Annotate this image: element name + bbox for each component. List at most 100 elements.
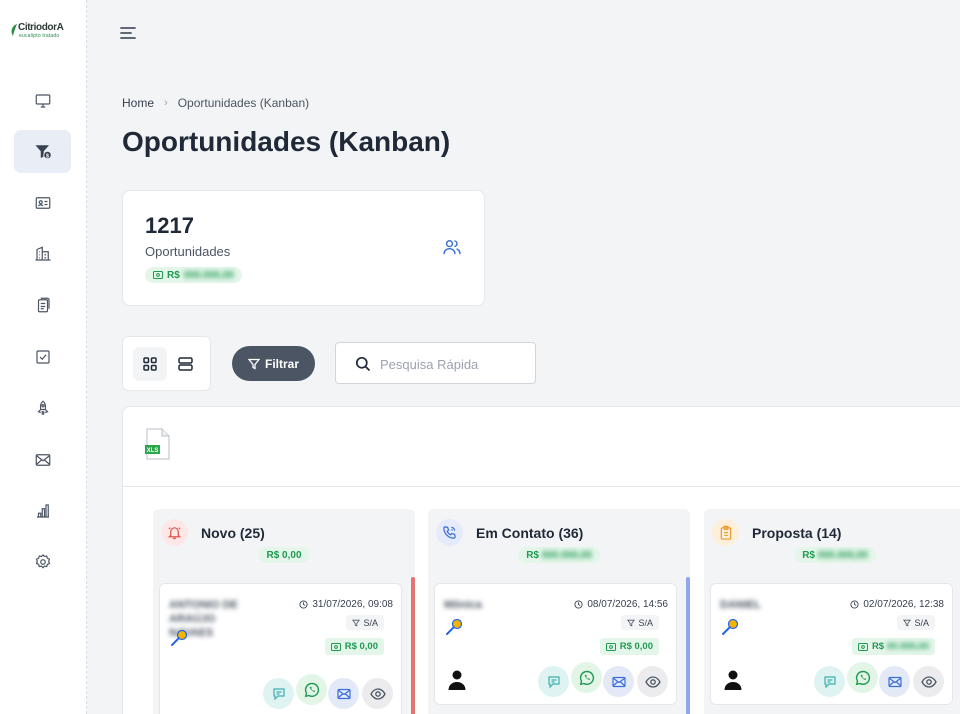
opportunity-card[interactable]: DANIEL 02/07/2026, 12:38 S/A R$ 00.000,0…: [710, 583, 953, 705]
card-date: 02/07/2026, 12:38: [850, 599, 944, 610]
phone-icon: [436, 519, 463, 546]
card-source-value: S/A: [363, 617, 378, 628]
breadcrumb-current: Oportunidades (Kanban): [177, 96, 310, 110]
sidebar-item-companies[interactable]: [14, 232, 71, 275]
card-source-badge: S/A: [346, 615, 384, 630]
column-total-value: R$ 0,00: [266, 549, 302, 561]
sidebar-item-settings[interactable]: [14, 540, 71, 583]
money-icon: [330, 642, 341, 651]
whatsapp-icon: [579, 670, 594, 685]
column-title: Em Contato (36): [476, 524, 584, 541]
bell-icon: [161, 519, 188, 546]
sidebar-item-contacts[interactable]: [14, 181, 71, 224]
search-input[interactable]: [380, 354, 525, 374]
page-title: Oportunidades (Kanban): [122, 126, 451, 157]
whatsapp-button[interactable]: [847, 662, 878, 693]
kanban-column-novo: Novo (25) R$ 0,00 ANTONIO DE ARAÚJO NAVA…: [153, 509, 415, 714]
sidebar-item-documents[interactable]: [14, 283, 71, 326]
monitor-icon: [35, 93, 50, 108]
excel-export-icon[interactable]: XLS: [145, 428, 171, 460]
card-date-value: 31/07/2026, 09:08: [312, 599, 393, 610]
clock-icon: [574, 600, 583, 609]
column-title: Novo (25): [201, 524, 265, 541]
clock-icon: [850, 600, 859, 609]
card-date: 31/07/2026, 09:08: [299, 599, 393, 610]
sidebar-item-campaigns[interactable]: [14, 386, 71, 429]
chat-button[interactable]: [814, 666, 845, 697]
sidebar-item-email[interactable]: [14, 438, 71, 481]
card-value: R$ 0,00: [344, 641, 378, 652]
funnel-icon: [352, 619, 361, 626]
card-value: R$ 0,00: [619, 641, 653, 652]
eye-icon: [369, 687, 386, 700]
whatsapp-button[interactable]: [296, 674, 327, 705]
envelope-icon: [887, 676, 902, 687]
menu-toggle-button[interactable]: [118, 24, 138, 42]
card-date: 08/07/2026, 14:56: [574, 599, 668, 610]
svg-text:$: $: [46, 153, 49, 159]
opportunity-card[interactable]: ANTONIO DE ARAÚJO NAVAES 31/07/2026, 09:…: [159, 583, 402, 714]
view-button[interactable]: [913, 666, 944, 697]
list-view-button[interactable]: [168, 347, 202, 381]
card-value-badge: R$ 0,00: [599, 638, 659, 655]
view-button[interactable]: [362, 678, 393, 709]
brand-name: CitriodorA: [18, 22, 64, 33]
sidebar-item-opportunities[interactable]: $: [14, 130, 71, 173]
search-icon: [355, 356, 371, 372]
filter-button-label: Filtrar: [264, 356, 299, 371]
breadcrumb-home[interactable]: Home: [122, 96, 154, 110]
column-scrollbar[interactable]: [411, 577, 415, 714]
sidebar-item-reports[interactable]: [14, 489, 71, 532]
kanban-board: XLS Novo (25) R$ 0,00 ANTONIO DE ARAÚJO …: [122, 406, 960, 714]
sidebar-item-dashboard[interactable]: [14, 79, 71, 122]
filter-button[interactable]: Filtrar: [232, 346, 315, 381]
filter-icon: [247, 358, 260, 370]
contact-card-icon: [35, 196, 50, 209]
column-total-value: R$ 000.000,00: [802, 549, 868, 561]
envelope-icon: [336, 688, 351, 699]
money-icon: [153, 271, 163, 279]
bar-chart-icon: [36, 503, 49, 518]
currency-prefix: R$: [167, 269, 180, 281]
eye-icon: [920, 675, 937, 688]
envelope-icon: [611, 676, 626, 687]
whatsapp-icon: [304, 682, 319, 697]
chat-button[interactable]: [263, 678, 294, 709]
email-button[interactable]: [328, 678, 359, 709]
opportunities-count-label: Oportunidades: [145, 244, 231, 259]
grid-icon: [143, 357, 157, 371]
card-source-badge: S/A: [621, 615, 659, 630]
envelope-icon: [35, 453, 50, 466]
brand-tagline: eucalipto tratado: [19, 33, 60, 39]
sidebar-item-tasks[interactable]: [14, 335, 71, 378]
email-button[interactable]: [879, 666, 910, 697]
card-value: R$ 00.000,00: [871, 641, 929, 652]
opportunities-count: 1217: [145, 213, 194, 238]
column-scrollbar[interactable]: [686, 577, 690, 714]
clipboard-icon: [712, 519, 739, 546]
person-icon: [724, 670, 742, 690]
whatsapp-button[interactable]: [571, 662, 602, 693]
chat-icon: [272, 687, 285, 700]
column-header: Novo (25): [161, 519, 265, 546]
view-button[interactable]: [637, 666, 668, 697]
clock-icon: [299, 600, 308, 609]
brand-logo[interactable]: CitriodorA eucalipto tratado: [10, 22, 78, 44]
column-total-badge: R$ 000.000,00: [794, 547, 876, 563]
funnel-icon: [903, 619, 912, 626]
email-button[interactable]: [603, 666, 634, 697]
column-total-badge: R$ 000.000,00: [518, 547, 600, 563]
opportunity-card[interactable]: Mônica 08/07/2026, 14:56 S/A R$ 0,00: [434, 583, 677, 705]
chat-icon: [547, 675, 560, 688]
board-toolbar: XLS: [123, 407, 960, 487]
key-icon: [171, 629, 188, 646]
breadcrumb: Home › Oportunidades (Kanban): [122, 96, 309, 110]
sidebar: CitriodorA eucalipto tratado $: [0, 0, 87, 714]
grid-view-button[interactable]: [133, 347, 167, 381]
documents-icon: [37, 297, 50, 312]
kanban-column-proposta: Proposta (14) R$ 000.000,00 DANIEL 02/07…: [704, 509, 960, 714]
column-total-badge: R$ 0,00: [258, 547, 310, 563]
chat-button[interactable]: [538, 666, 569, 697]
card-contact-name: DANIEL: [720, 599, 761, 611]
money-icon: [857, 642, 868, 651]
